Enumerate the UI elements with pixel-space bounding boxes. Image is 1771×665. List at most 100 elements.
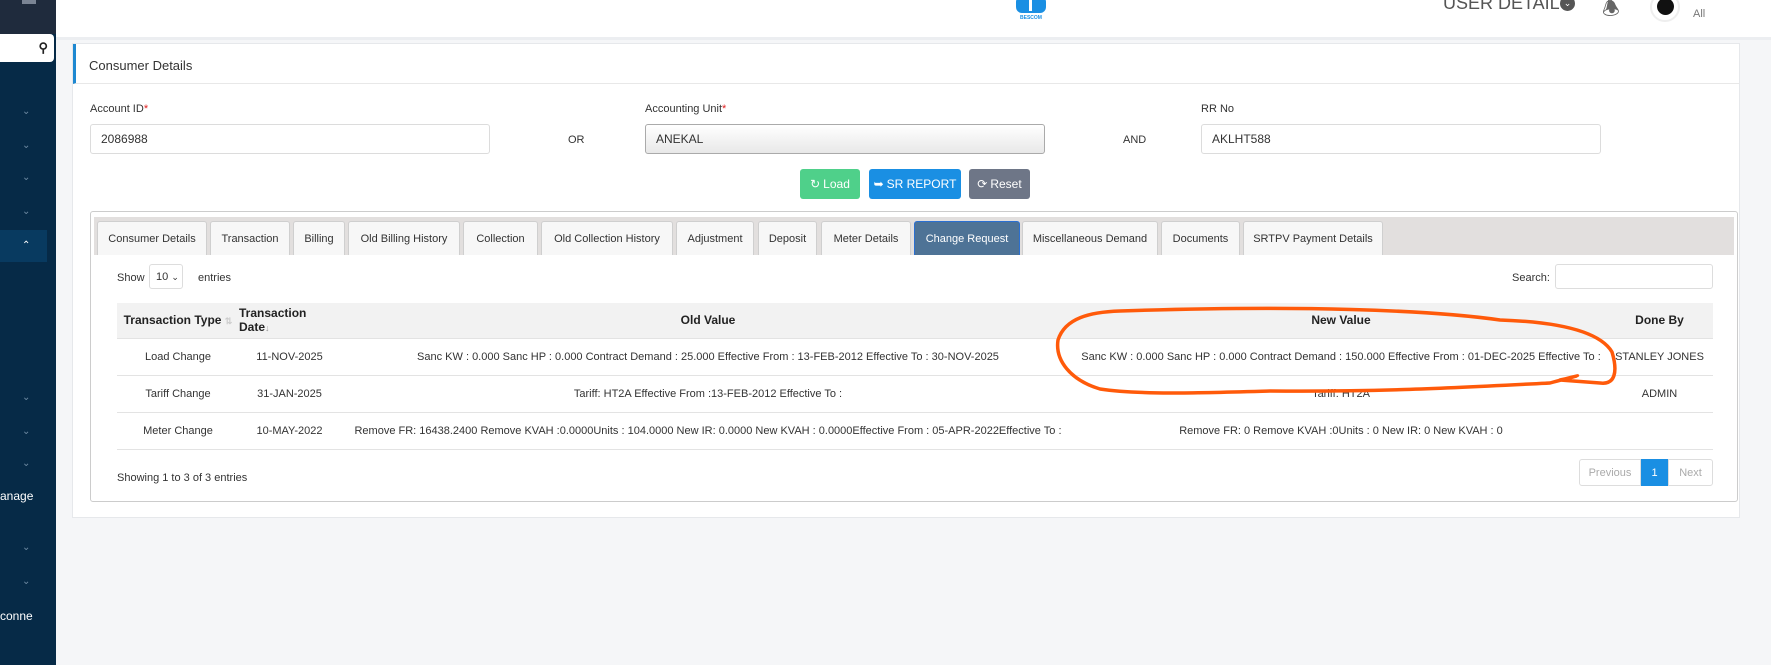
cell-done-by [1606,411,1713,450]
col-transaction-type[interactable]: Transaction Type ⇅ [117,303,239,338]
col-done-by[interactable]: Done By [1606,303,1713,338]
load-button-label: Load [823,177,850,191]
cell-new-value: Sanc KW : 0.000 Sanc HP : 0.000 Contract… [1076,337,1606,375]
entries-select[interactable]: 10 ⌄ [149,264,183,289]
col-old-value[interactable]: Old Value [340,303,1076,338]
download-circle-icon: ➥ [873,177,884,191]
avatar[interactable] [1650,0,1680,22]
accounting-unit-label-text: Accounting Unit [645,103,723,115]
entries-value: 10 [156,271,169,283]
sidebar-top [0,0,56,34]
chevron-down-icon[interactable]: ⌄ [22,458,30,469]
tab-old-collection-history[interactable]: Old Collection History [541,221,673,255]
sr-report-button[interactable]: ➥ SR REPORT [869,169,961,199]
entries-label: entries [198,272,232,284]
chevron-down-icon: ⌄ [171,272,179,282]
load-button[interactable]: ↻ Load [800,169,860,199]
cell-new-value: Tariff: HT2A [1076,374,1606,412]
tab-documents[interactable]: Documents [1161,221,1240,255]
top-header: BESCOM USER DETAILS ⌄ 🕭 All [56,0,1771,40]
tab-adjustment[interactable]: Adjustment [676,221,754,255]
next-page-button[interactable]: Next [1668,459,1713,486]
svg-text:BESCOM: BESCOM [1020,15,1042,20]
tab-srtpv-payment-details[interactable]: SRTPV Payment Details [1243,221,1383,255]
spinner-icon: ↻ [810,177,821,191]
col-label: Transaction Type [123,313,222,328]
sr-report-button-label: SR REPORT [886,177,957,191]
sidebar-item-manage[interactable]: anage [0,489,33,503]
tab-meter-details[interactable]: Meter Details [821,221,911,255]
cell-transaction-type: Load Change [117,337,239,375]
bell-icon[interactable]: 🕭 [1602,0,1620,28]
table-header-row: Transaction Type ⇅ Transaction Date↓ Old… [117,303,1713,338]
cell-done-by: ADMIN [1606,374,1713,412]
chevron-down-circle-icon[interactable]: ⌄ [1560,0,1575,11]
accounting-unit-label: Accounting Unit* [645,103,726,115]
chevron-down-icon[interactable]: ⌄ [22,426,30,437]
cell-transaction-date: 10-MAY-2022 [239,411,340,450]
tab-consumer-details[interactable]: Consumer Details [97,221,207,255]
chevron-up-icon[interactable]: ⌃ [22,240,30,251]
chevron-down-icon[interactable]: ⌄ [22,542,30,553]
cell-old-value: Tariff: HT2A Effective From :13-FEB-2012… [340,374,1076,412]
previous-page-button[interactable]: Previous [1579,459,1641,486]
menu-icon[interactable] [22,0,36,4]
col-transaction-date[interactable]: Transaction Date↓ [239,303,340,338]
tab-deposit[interactable]: Deposit [758,221,817,255]
tab-panel: Consumer Details Transaction Billing Old… [90,211,1738,502]
account-id-input[interactable]: 2086988 [90,124,490,154]
col-new-value[interactable]: New Value [1076,303,1606,338]
user-role: All [1693,8,1706,20]
search-label: Search: [1512,272,1550,284]
table-info: Showing 1 to 3 of 3 entries [117,472,248,484]
sort-desc-icon: ↓ [265,323,270,334]
required-mark: * [722,103,727,115]
cell-old-value: Sanc KW : 0.000 Sanc HP : 0.000 Contract… [340,337,1076,375]
account-id-label: Account ID* [90,103,148,115]
chevron-down-icon[interactable]: ⌄ [22,140,30,151]
sidebar: ⚲ ⌄ ⌄ ⌄ ⌄ ⌃ ⌄ ⌄ ⌄ anage ⌄ ⌄ conne [0,0,56,665]
sidebar-item-connection[interactable]: conne [0,609,33,623]
user-details-menu[interactable]: USER DETAILS [1443,0,1572,14]
card-title: Consumer Details [73,44,1739,84]
reset-button-label: Reset [990,177,1022,191]
tab-billing[interactable]: Billing [293,221,345,255]
tab-strip: Consumer Details Transaction Billing Old… [94,217,1734,255]
chevron-down-icon[interactable]: ⌄ [22,172,30,183]
cell-transaction-date: 31-JAN-2025 [239,374,340,412]
col-label: Transaction Date [239,306,307,335]
cell-transaction-type: Meter Change [117,411,239,450]
cell-new-value: Remove FR: 0 Remove KVAH :0Units : 0 New… [1076,411,1606,450]
tab-transaction[interactable]: Transaction [210,221,290,255]
chevron-down-icon[interactable]: ⌄ [22,106,30,117]
rr-no-label: RR No [1201,103,1235,115]
or-label: OR [568,134,585,146]
change-request-table: Transaction Type ⇅ Transaction Date↓ Old… [117,303,1713,450]
reset-button[interactable]: ⟳ Reset [969,169,1030,199]
consumer-details-card: Consumer Details Account ID* 2086988 OR … [72,43,1740,518]
table-search-input[interactable] [1555,264,1713,289]
cell-transaction-date: 11-NOV-2025 [239,337,340,375]
sidebar-search[interactable]: ⚲ [0,34,54,62]
cell-done-by: STANLEY JONES [1606,337,1713,375]
tab-change-request[interactable]: Change Request [914,221,1020,255]
search-icon: ⚲ [38,40,48,55]
chevron-down-icon[interactable]: ⌄ [22,576,30,587]
rr-no-input[interactable]: AKLHT588 [1201,124,1601,154]
chevron-down-icon[interactable]: ⌄ [22,206,30,217]
and-label: AND [1123,134,1147,146]
tab-collection[interactable]: Collection [463,221,538,255]
tab-miscellaneous-demand[interactable]: Miscellaneous Demand [1022,221,1158,255]
cell-old-value: Remove FR: 16438.2400 Remove KVAH :0.000… [340,411,1076,450]
required-mark: * [143,103,149,115]
sort-icon: ⇅ [224,316,233,327]
bescom-logo: BESCOM [1014,0,1048,21]
refresh-icon: ⟳ [977,177,988,191]
chevron-down-icon[interactable]: ⌄ [22,392,30,403]
show-label: Show [117,272,145,284]
cell-transaction-type: Tariff Change [117,374,239,412]
table-row: Load Change 11-NOV-2025 Sanc KW : 0.000 … [117,337,1713,375]
page-1-button[interactable]: 1 [1641,459,1668,486]
accounting-unit-select[interactable]: ANEKAL [645,124,1045,154]
tab-old-billing-history[interactable]: Old Billing History [348,221,460,255]
